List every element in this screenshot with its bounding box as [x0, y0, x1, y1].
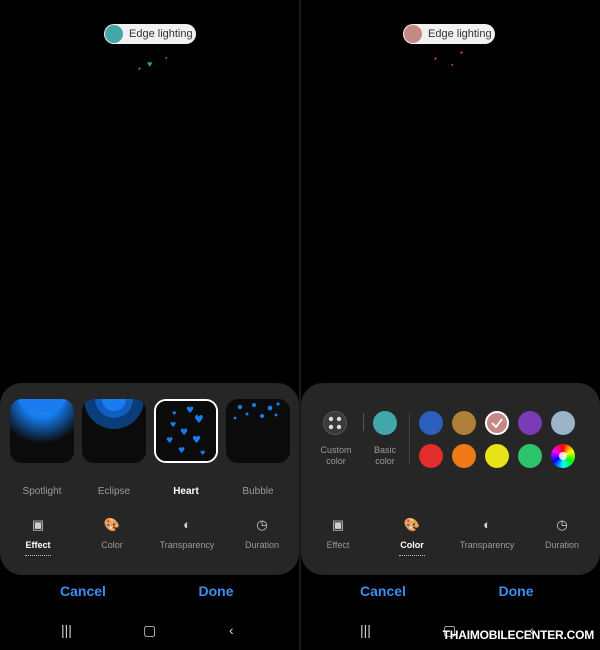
spotlight-preview-icon: [10, 399, 74, 463]
pill-label: Edge lighting: [129, 28, 193, 40]
settings-tabs: ▣ Effect 🎨 Color ◐ Transparency ◷ Durati…: [301, 517, 600, 557]
bubble-preview-icon: [226, 399, 290, 463]
option-separator: [409, 413, 410, 463]
edge-lighting-pill: Edge lighting: [104, 24, 196, 44]
done-button[interactable]: Done: [471, 583, 561, 599]
recents-icon[interactable]: |||: [360, 622, 371, 638]
effect-heart[interactable]: ♥ ♥ ♥ ♥ ♥ ♥ ♥ ♥ ♥: [154, 399, 218, 463]
transparency-icon: ◐: [483, 517, 491, 532]
edge-lighting-pill: Edge lighting: [403, 24, 495, 44]
color-swatch-blue[interactable]: [419, 411, 443, 435]
palette-dots-icon: [328, 416, 342, 430]
tab-indicator: [399, 555, 425, 556]
pill-label: Edge lighting: [428, 28, 492, 40]
custom-color-button[interactable]: [323, 411, 347, 435]
color-swatch-yellow[interactable]: [485, 444, 509, 468]
clock-icon: ◷: [256, 517, 268, 532]
effect-panel: ♥ ♥ ♥ ♥ ♥ ♥ ♥ ♥ ♥ Spotlight Eclipse Hear…: [0, 383, 299, 575]
recents-icon[interactable]: |||: [61, 622, 72, 638]
spark-dot-icon: ●: [460, 50, 464, 56]
back-icon[interactable]: ‹: [229, 622, 234, 638]
spark-dot-icon: ●: [451, 62, 454, 67]
option-separator: [363, 413, 364, 431]
svg-text:♥: ♥: [194, 413, 204, 426]
cancel-button[interactable]: Cancel: [38, 583, 128, 599]
color-swatch-purple[interactable]: [518, 411, 542, 435]
action-bar: Cancel Done: [301, 583, 600, 607]
effect-bubble[interactable]: [226, 399, 290, 463]
palette-icon: 🎨: [403, 517, 421, 532]
tab-transparency[interactable]: ◐ Transparency: [152, 517, 222, 553]
spark-dot-icon: ●: [434, 56, 438, 62]
color-wheel-center: [559, 452, 567, 460]
tab-color[interactable]: 🎨 Color: [377, 517, 447, 556]
color-swatch-green[interactable]: [518, 444, 542, 468]
svg-text:♥: ♥: [192, 435, 201, 446]
basic-color-swatch[interactable]: [373, 411, 397, 435]
svg-text:♥: ♥: [170, 421, 176, 429]
effect-icon: ▣: [331, 517, 345, 532]
color-swatch-brown[interactable]: [452, 411, 476, 435]
heart-spark-icon: ♥: [147, 59, 153, 69]
effect-spotlight[interactable]: [10, 399, 74, 463]
color-screen: Edge lighting ● ● ● Custom color Basic c…: [301, 0, 600, 650]
transparency-icon: ◐: [183, 517, 191, 532]
svg-text:♥: ♥: [180, 428, 188, 438]
color-swatch-red[interactable]: [419, 444, 443, 468]
custom-color-label: Custom color: [320, 445, 352, 466]
tab-effect[interactable]: ▣ Effect: [3, 517, 73, 556]
tab-duration[interactable]: ◷ Duration: [227, 517, 297, 553]
effect-icon: ▣: [31, 517, 45, 532]
effect-label: Bubble: [242, 486, 274, 497]
svg-text:♥: ♥: [200, 450, 205, 457]
effect-eclipse[interactable]: [82, 399, 146, 463]
site-watermark: THAIMOBILECENTER.COM: [442, 628, 595, 642]
basic-color-label: Basic color: [373, 445, 396, 466]
cancel-button[interactable]: Cancel: [338, 583, 428, 599]
done-button[interactable]: Done: [171, 583, 261, 599]
heart-preview-icon: ♥ ♥ ♥ ♥ ♥ ♥ ♥ ♥ ♥: [156, 401, 216, 461]
settings-tabs: ▣ Effect 🎨 Color ◐ Transparency ◷ Durati…: [0, 517, 299, 557]
nav-bar: ||| ▢ ‹: [0, 622, 299, 642]
tab-indicator: [25, 555, 51, 556]
spark-dot-icon: ●: [138, 66, 142, 72]
action-bar: Cancel Done: [0, 583, 299, 607]
clock-icon: ◷: [556, 517, 568, 532]
eclipse-preview-icon: [82, 399, 146, 463]
check-icon: [491, 418, 503, 429]
effect-label: Heart: [173, 486, 199, 497]
svg-text:♥: ♥: [178, 446, 185, 455]
color-swatch-orange[interactable]: [452, 444, 476, 468]
color-panel: Custom color Basic color ▣ Effect 🎨 Colo…: [301, 383, 600, 575]
effect-screen: Edge lighting ♥ ● ● ♥ ♥ ♥ ♥ ♥ ♥ ♥ ♥ ♥ Sp…: [0, 0, 299, 650]
tab-transparency[interactable]: ◐ Transparency: [452, 517, 522, 553]
color-wheel-button[interactable]: [551, 444, 575, 468]
pill-dot: [404, 25, 422, 43]
color-swatch-grayblue[interactable]: [551, 411, 575, 435]
effect-label: Eclipse: [97, 486, 131, 497]
color-swatch-rose[interactable]: [485, 411, 509, 435]
tab-duration[interactable]: ◷ Duration: [527, 517, 597, 553]
svg-text:♥: ♥: [166, 436, 173, 445]
effect-list: ♥ ♥ ♥ ♥ ♥ ♥ ♥ ♥ ♥ Spotlight Eclipse Hear…: [10, 399, 290, 497]
palette-icon: 🎨: [103, 517, 121, 532]
svg-text:♥: ♥: [186, 406, 194, 416]
spark-dot-icon: ●: [165, 55, 168, 60]
pill-dot: [105, 25, 123, 43]
effect-label: Spotlight: [22, 486, 62, 497]
tab-effect[interactable]: ▣ Effect: [303, 517, 373, 553]
tab-color[interactable]: 🎨 Color: [77, 517, 147, 553]
home-icon[interactable]: ▢: [143, 622, 156, 639]
svg-text:♥: ♥: [172, 411, 177, 417]
